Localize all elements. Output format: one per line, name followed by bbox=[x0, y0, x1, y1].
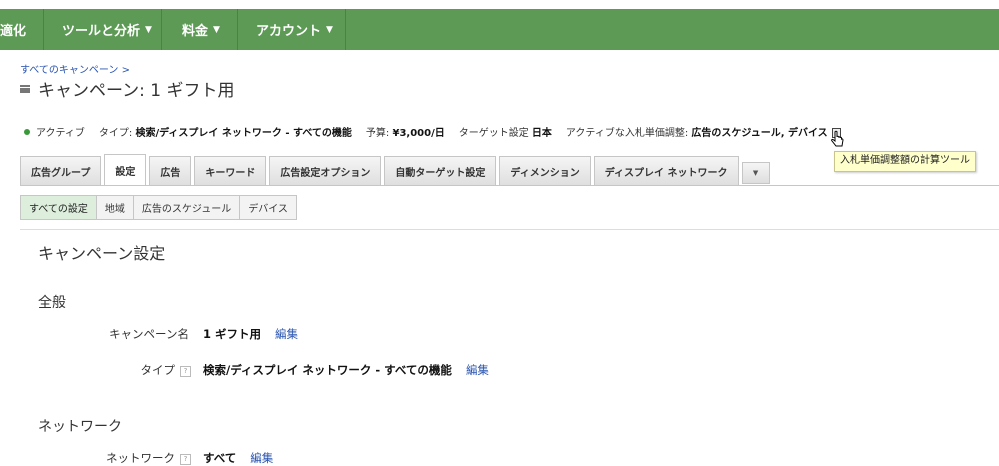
chevron-down-icon: ▼ bbox=[326, 24, 333, 35]
hand-cursor-icon bbox=[831, 130, 844, 147]
campaign-tabs: 広告グループ 設定 広告 キーワード 広告設定オプション 自動ターゲット設定 デ… bbox=[20, 154, 773, 186]
page-title-row: キャンペーン: 1 ギフト用 bbox=[20, 76, 235, 101]
campaign-name-row: キャンペーン名 1 ギフト用 編集 bbox=[0, 326, 999, 342]
budget-label: 予算: bbox=[365, 128, 390, 139]
nav-item-label: ツールと分析 bbox=[62, 24, 141, 39]
targeting-label: ターゲット設定 bbox=[458, 128, 529, 139]
breadcrumb[interactable]: すべてのキャンペーン > bbox=[20, 61, 130, 76]
type-value: 検索/ディスプレイ ネットワーク - すべての機能 bbox=[135, 128, 352, 139]
tab-dimensions[interactable]: ディメンション bbox=[499, 156, 591, 186]
page-title: キャンペーン: 1 ギフト用 bbox=[38, 81, 235, 101]
bid-adjustment-value: 広告のスケジュール, デバイス bbox=[691, 128, 828, 139]
campaign-name-label: キャンペーン名 bbox=[109, 327, 189, 341]
nav-item-billing[interactable]: 料金 ▼ bbox=[162, 9, 238, 50]
chevron-down-icon: ▼ bbox=[213, 24, 220, 35]
network-row: ネットワーク? すべて 編集 bbox=[0, 450, 999, 466]
campaign-status-bar: アクティブ タイプ: 検索/ディスプレイ ネットワーク - すべての機能 予算:… bbox=[24, 124, 841, 139]
nav-item-tools-analysis[interactable]: ツールと分析 ▼ bbox=[44, 9, 162, 50]
nav-item-label: 適化 bbox=[0, 24, 27, 39]
campaign-settings-title: キャンペーン設定 bbox=[38, 244, 166, 263]
tab-settings[interactable]: 設定 bbox=[104, 154, 147, 186]
tooltip-bid-calculator: 入札単価調整額の計算ツール bbox=[834, 151, 976, 172]
network-label: ネットワーク bbox=[106, 451, 175, 465]
budget-value[interactable]: ¥3,000/日 bbox=[392, 124, 444, 139]
tab-display-network[interactable]: ディスプレイ ネットワーク bbox=[593, 156, 739, 186]
campaign-type-value: 検索/ディスプレイ ネットワーク - すべての機能 bbox=[203, 363, 452, 377]
network-value: すべて bbox=[203, 451, 237, 465]
bid-adjustment-label: アクティブな入札単価調整: bbox=[565, 128, 689, 139]
tabs-divider bbox=[20, 185, 999, 186]
nav-item-label: 料金 bbox=[182, 24, 209, 39]
status-state[interactable]: アクティブ bbox=[36, 124, 85, 139]
edit-campaign-type-link[interactable]: 編集 bbox=[466, 363, 489, 377]
subtab-all-settings[interactable]: すべての設定 bbox=[21, 196, 97, 219]
edit-network-link[interactable]: 編集 bbox=[250, 451, 273, 465]
chevron-down-icon: ▼ bbox=[752, 169, 759, 177]
help-icon[interactable]: ? bbox=[180, 454, 191, 465]
general-heading: 全般 bbox=[38, 295, 66, 311]
campaign-type-label: タイプ bbox=[140, 363, 176, 377]
edit-campaign-name-link[interactable]: 編集 bbox=[275, 327, 298, 341]
campaign-type-row: タイプ? 検索/ディスプレイ ネットワーク - すべての機能 編集 bbox=[0, 362, 999, 378]
chevron-down-icon: ▼ bbox=[145, 24, 152, 35]
type-label: タイプ: bbox=[98, 128, 133, 139]
nav-item-label: アカウント bbox=[256, 24, 322, 39]
section-divider bbox=[20, 229, 999, 230]
help-icon[interactable]: ? bbox=[180, 366, 191, 377]
active-status-icon bbox=[24, 128, 30, 135]
nav-item-optimization[interactable]: 適化 bbox=[0, 9, 44, 50]
campaign-icon bbox=[20, 84, 30, 93]
campaign-name-value: 1 ギフト用 bbox=[203, 327, 262, 341]
tab-ads[interactable]: 広告 bbox=[149, 156, 192, 186]
tab-more-dropdown[interactable]: ▼ bbox=[741, 162, 770, 184]
tab-auto-targets[interactable]: 自動ターゲット設定 bbox=[384, 156, 497, 186]
tab-ad-extensions[interactable]: 広告設定オプション bbox=[269, 156, 382, 186]
nav-item-account[interactable]: アカウント ▼ bbox=[238, 9, 346, 50]
top-nav-bar: 適化 ツールと分析 ▼ 料金 ▼ アカウント ▼ bbox=[0, 9, 999, 50]
targeting-value: 日本 bbox=[531, 128, 552, 139]
subtab-locations[interactable]: 地域 bbox=[97, 196, 134, 219]
tab-keywords[interactable]: キーワード bbox=[194, 156, 267, 186]
subtab-ad-schedule[interactable]: 広告のスケジュール bbox=[134, 196, 241, 219]
network-heading: ネットワーク bbox=[38, 419, 122, 435]
tab-ad-groups[interactable]: 広告グループ bbox=[20, 156, 102, 186]
subtab-devices[interactable]: デバイス bbox=[240, 196, 296, 219]
settings-subtabs: すべての設定 地域 広告のスケジュール デバイス bbox=[20, 195, 297, 220]
